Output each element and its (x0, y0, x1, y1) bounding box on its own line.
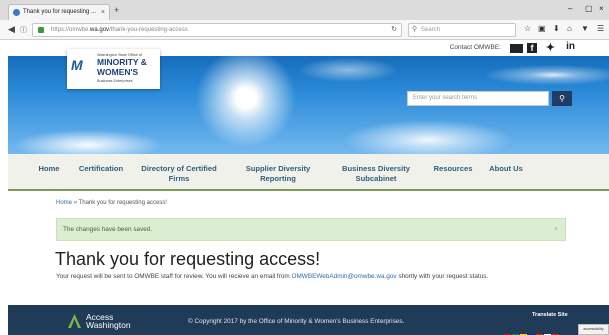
main-nav: Home Certification Directory of Certifie… (8, 154, 609, 191)
breadcrumb-current: Thank you for requesting access! (78, 200, 167, 206)
breadcrumb: Home » Thank you for requesting access! (56, 200, 167, 206)
reading-list-icon[interactable]: ▣ (538, 24, 546, 33)
site-search-placeholder: Enter your search terms (413, 95, 478, 101)
copyright-text: © Copyright 2017 by the Office of Minori… (188, 318, 405, 325)
facebook-icon[interactable]: f (527, 43, 537, 53)
browser-tab[interactable]: Thank you for requesting ... × (8, 4, 110, 20)
menu-icon[interactable]: ☰ (597, 24, 604, 33)
breadcrumb-separator: » (73, 200, 78, 206)
translate-label: Translate Site (532, 312, 568, 318)
url-path: /thank-you-requesting-access (109, 27, 188, 33)
nav-item-certification[interactable]: Certification (75, 164, 127, 174)
mail-icon[interactable] (510, 44, 523, 53)
download-icon[interactable]: ⬇ (553, 24, 560, 33)
logo-mark-icon: M (71, 57, 83, 73)
contact-label: Contact OMWBE: (449, 44, 501, 51)
browser-tab-bar: Thank you for requesting ... × + – ▢ × (0, 0, 609, 20)
close-window-button[interactable]: × (599, 4, 604, 13)
breadcrumb-home-link[interactable]: Home (56, 200, 72, 206)
nav-item-supplier-diversity[interactable]: Supplier Diversity Reporting (236, 164, 320, 184)
alert-text: The changes have been saved. (63, 226, 153, 233)
favicon-icon (13, 9, 20, 16)
browser-search-placeholder: Search (421, 27, 441, 33)
admin-email-link[interactable]: OMWBEWebAdmin@omwbe.wa.gov (292, 273, 397, 280)
site-footer: Access Washington © Copyright 2017 by th… (8, 305, 609, 335)
star-icon[interactable]: ☆ (524, 24, 531, 33)
home-icon[interactable]: ⌂ (567, 24, 572, 33)
nav-item-subcabinet[interactable]: Business Diversity Subcabinet (337, 164, 415, 184)
search-icon: ⚲ (559, 94, 565, 103)
url-prefix: https://omwbe. (51, 27, 91, 33)
page-title: Thank you for requesting access! (55, 249, 321, 269)
url-domain: wa.gov (90, 27, 110, 33)
logo-line4: Business Enterprises (97, 79, 133, 83)
url-bar[interactable]: https://omwbe.wa.gov/thank-you-requestin… (32, 23, 402, 37)
access-washington-link[interactable]: Access Washington (86, 313, 131, 330)
search-icon: ⚲ (412, 26, 418, 33)
twitter-icon[interactable]: ✦ (546, 41, 555, 54)
maximize-button[interactable]: ▢ (585, 4, 593, 13)
logo-line3: WOMEN'S (97, 67, 139, 77)
linkedin-icon[interactable]: in (566, 41, 575, 52)
review-message: Your request will be sent to OMWBE staff… (56, 273, 488, 280)
reload-icon[interactable]: ↻ (391, 24, 397, 36)
success-alert: The changes have been saved. × (56, 218, 566, 241)
site-search-input[interactable]: Enter your search terms (407, 91, 549, 106)
logo-line2: MINORITY & (97, 57, 147, 67)
site-logo[interactable]: M Washington State Office of MINORITY & … (67, 49, 160, 89)
back-icon[interactable]: ◀ (8, 24, 15, 35)
nav-item-home[interactable]: Home (37, 164, 61, 174)
accessibility-tag[interactable]: accessibility (578, 324, 609, 335)
info-icon[interactable]: ⓘ (20, 25, 27, 35)
nav-item-resources[interactable]: Resources (431, 164, 475, 174)
alert-close-button[interactable]: × (554, 219, 558, 240)
nav-item-directory[interactable]: Directory of Certified Firms (136, 164, 222, 184)
new-tab-button[interactable]: + (114, 5, 119, 15)
language-flags (504, 325, 560, 335)
lock-icon (38, 27, 44, 33)
browser-toolbar: ◀ ⓘ https://omwbe.wa.gov/thank-you-reque… (0, 20, 609, 40)
aw-line2: Washington (86, 320, 131, 330)
pocket-icon[interactable]: ▼ (581, 24, 589, 33)
minimize-button[interactable]: – (568, 4, 572, 13)
nav-item-about[interactable]: About Us (484, 164, 528, 174)
site-search-button[interactable]: ⚲ (552, 91, 572, 106)
tab-title: Thank you for requesting ... (23, 9, 97, 15)
review-text-2: shortly with your request status. (396, 273, 489, 280)
review-text-1: Your request will be sent to OMWBE staff… (56, 273, 292, 280)
browser-search-input[interactable]: ⚲ Search (408, 23, 516, 37)
tab-close-button[interactable]: × (101, 5, 105, 20)
access-washington-logo-icon (68, 314, 81, 328)
